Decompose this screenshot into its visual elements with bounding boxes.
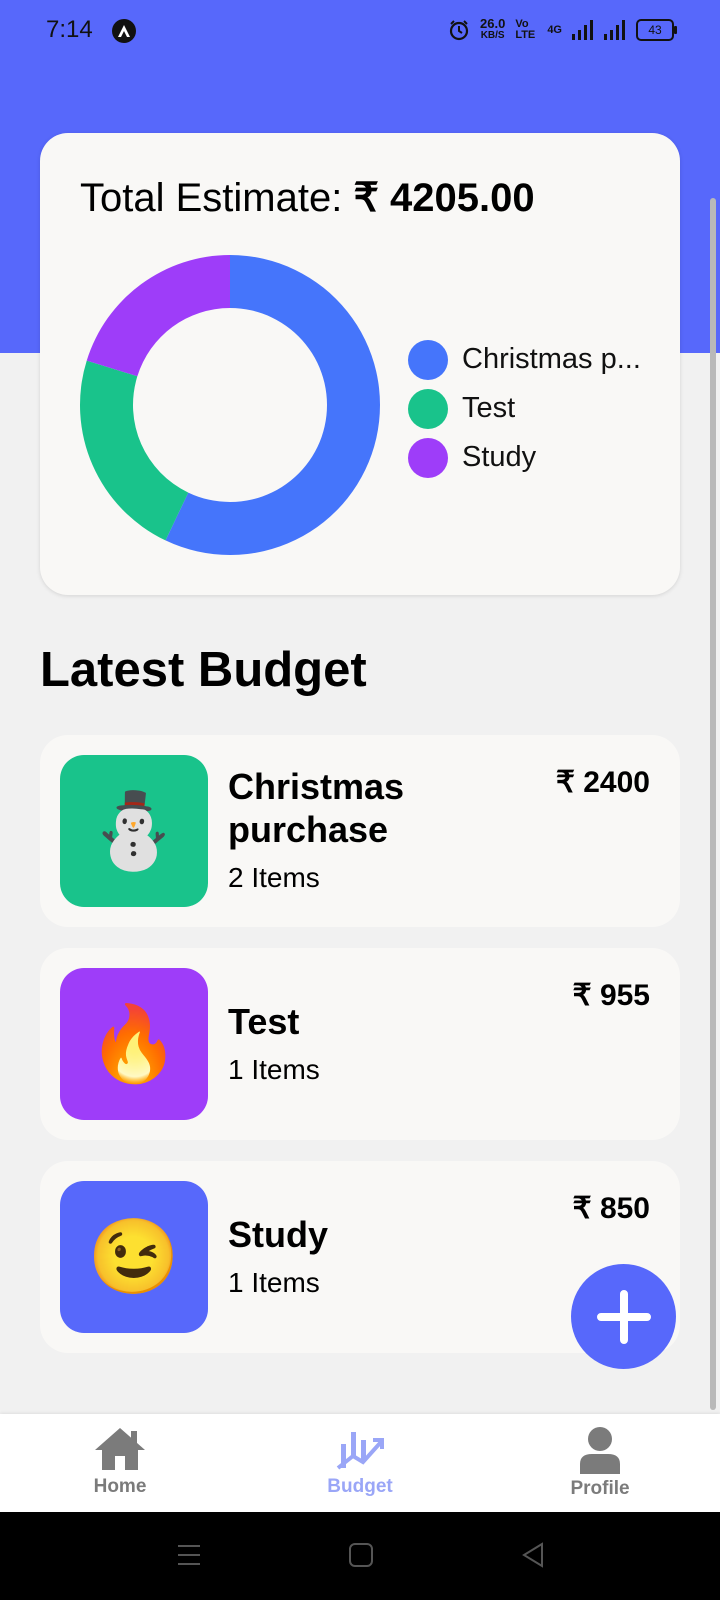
fire-icon: 🔥 bbox=[60, 968, 208, 1120]
legend-label: Christmas p... bbox=[462, 343, 641, 375]
add-budget-button[interactable] bbox=[571, 1264, 676, 1369]
menu-icon[interactable] bbox=[176, 1542, 202, 1568]
legend-swatch bbox=[408, 388, 448, 429]
budget-item-count: 2 Items bbox=[228, 862, 320, 893]
legend-item: Christmas p... bbox=[408, 335, 641, 384]
bottom-navigation: Home Budget Profile bbox=[0, 1414, 720, 1512]
network-speed: 26.0 KB/S bbox=[480, 16, 506, 42]
nav-profile-label: Profile bbox=[570, 1478, 630, 1499]
legend-swatch bbox=[408, 437, 448, 478]
budget-item-name: Study bbox=[228, 1214, 329, 1255]
legend-swatch bbox=[408, 339, 448, 380]
budget-item-amount: ₹ 2400 bbox=[555, 766, 650, 799]
signal-icon bbox=[572, 20, 593, 40]
nav-budget[interactable]: Budget bbox=[295, 1426, 425, 1498]
total-estimate-card: Total Estimate: ₹ 4205.00 Christmas p...… bbox=[40, 133, 680, 595]
system-navigation-bar bbox=[0, 1512, 720, 1600]
scrollbar[interactable] bbox=[710, 198, 716, 1410]
latest-budget-title: Latest Budget bbox=[40, 643, 367, 697]
legend-item: Study bbox=[408, 433, 641, 482]
plus-icon bbox=[596, 1289, 651, 1344]
nav-budget-label: Budget bbox=[327, 1476, 393, 1497]
wink-icon: 😉 bbox=[60, 1181, 208, 1333]
nav-profile[interactable]: Profile bbox=[535, 1426, 665, 1500]
network-speed-value: 26.0 bbox=[480, 16, 506, 31]
battery-indicator: 43 bbox=[636, 19, 677, 41]
network-speed-unit: KB/S bbox=[480, 30, 505, 41]
budget-item-name: Test bbox=[228, 1001, 300, 1042]
status-icons: 26.0 KB/S Vo LTE 4G 43 bbox=[448, 16, 677, 42]
signal-icon-2 bbox=[604, 20, 625, 40]
home-square-icon[interactable] bbox=[348, 1542, 374, 1568]
alarm-icon bbox=[449, 20, 469, 41]
legend-label: Study bbox=[462, 441, 537, 473]
budget-item-count: 1 Items bbox=[228, 1054, 320, 1085]
donut-slice-study bbox=[86, 255, 230, 377]
budget-item-amount: ₹ 955 bbox=[572, 979, 650, 1012]
home-icon bbox=[95, 1428, 145, 1470]
budget-item-name-line2: purchase bbox=[228, 809, 389, 850]
budget-item-christmas[interactable]: ⛄ Christmas purchase 2 Items ₹ 2400 bbox=[40, 735, 680, 927]
volte-indicator: Vo LTE bbox=[515, 18, 536, 41]
budget-item-test[interactable]: 🔥 Test 1 Items ₹ 955 bbox=[40, 948, 680, 1140]
total-estimate-amount: ₹ 4205.00 bbox=[353, 176, 535, 220]
app-notification-icon bbox=[112, 19, 136, 43]
legend-label: Test bbox=[462, 392, 516, 424]
nav-home-label: Home bbox=[93, 1476, 147, 1497]
profile-icon bbox=[580, 1427, 620, 1474]
budget-chart-icon bbox=[336, 1432, 384, 1470]
budget-item-amount: ₹ 850 bbox=[572, 1192, 650, 1225]
status-time: 7:14 bbox=[46, 16, 93, 43]
chart-legend: Christmas p... Test Study bbox=[408, 335, 641, 482]
budget-item-count: 1 Items bbox=[228, 1267, 320, 1298]
back-icon[interactable] bbox=[520, 1542, 546, 1568]
snowman-icon: ⛄ bbox=[60, 755, 208, 907]
nav-home[interactable]: Home bbox=[55, 1426, 185, 1498]
legend-item: Test bbox=[408, 384, 641, 433]
budget-item-name-line1: Christmas bbox=[228, 766, 405, 807]
total-estimate-label: Total Estimate: bbox=[80, 176, 343, 220]
budget-donut-chart bbox=[80, 255, 380, 555]
total-estimate-heading: Total Estimate: ₹ 4205.00 bbox=[80, 175, 535, 221]
status-bar: 7:14 26.0 KB/S Vo LTE 4G 43 bbox=[0, 0, 720, 64]
donut-slice-test bbox=[80, 360, 189, 541]
network-type: 4G bbox=[547, 23, 562, 36]
budget-item-name: Christmas purchase bbox=[228, 765, 404, 851]
